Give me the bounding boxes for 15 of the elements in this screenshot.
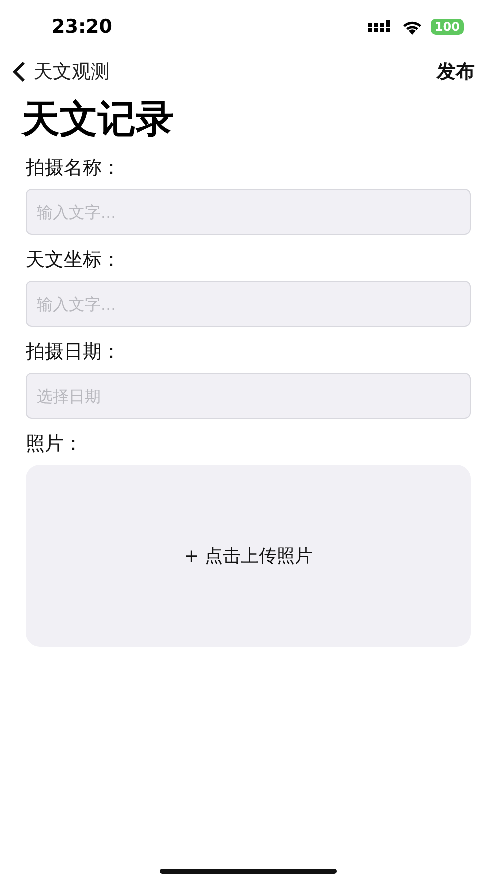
page-title: 天文记录 (22, 96, 175, 143)
input-field[interactable]: 输入文字... (26, 281, 471, 327)
wifi-icon (402, 20, 423, 34)
upload-photo-button[interactable]: + 点击上传照片 (26, 465, 471, 647)
publish-button[interactable]: 发布 (437, 59, 475, 85)
status-time: 23:20 (52, 16, 112, 38)
back-chevron-icon (12, 61, 26, 83)
back-button[interactable]: 天文观测 (12, 59, 110, 85)
date-field[interactable]: 选择日期 (26, 373, 471, 419)
field-label: 拍摄名称： (26, 156, 122, 181)
field-label: 天文坐标： (26, 248, 122, 273)
field-label: 照片： (26, 432, 84, 457)
battery-icon: 100 (430, 19, 464, 35)
input-field[interactable]: 输入文字... (26, 189, 471, 235)
field-label: 拍摄日期： (26, 340, 122, 365)
